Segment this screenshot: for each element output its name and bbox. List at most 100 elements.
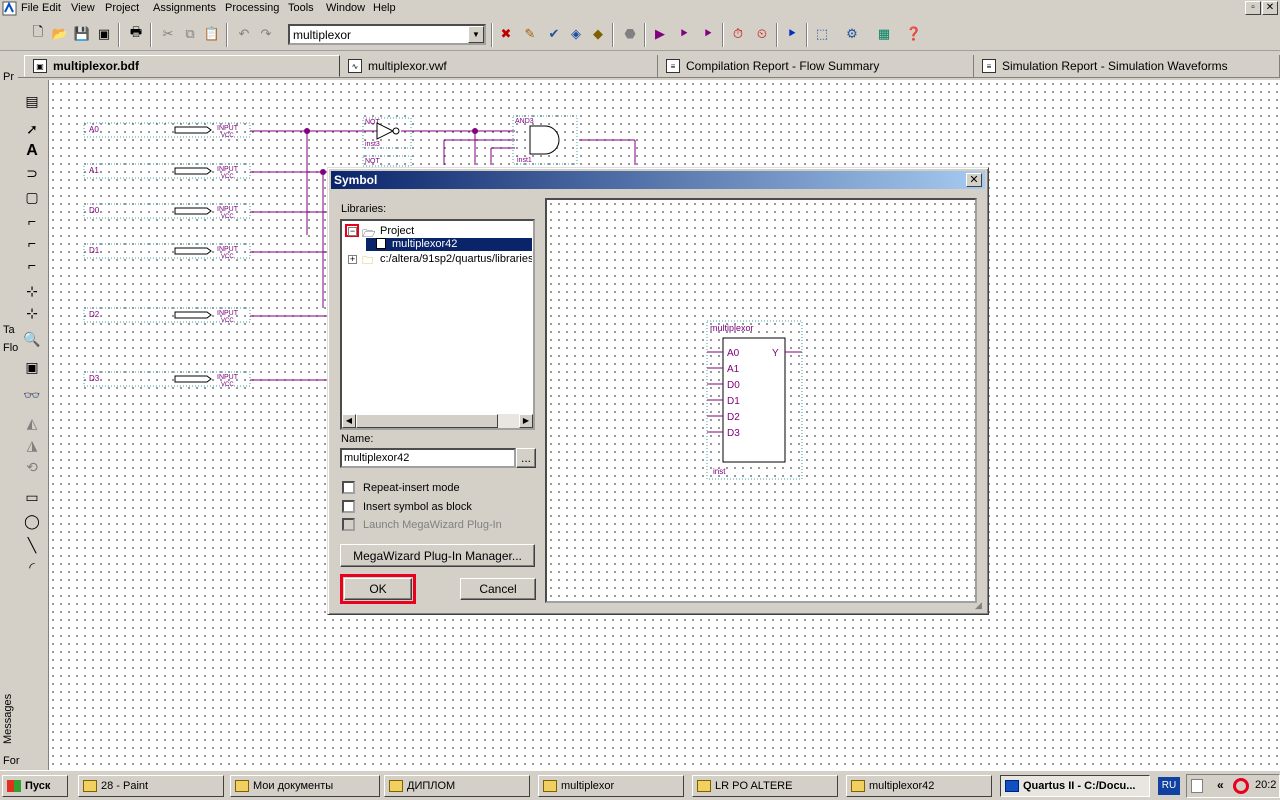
ok-button[interactable]: OK <box>344 578 412 600</box>
line-tool-icon[interactable]: ╲ <box>20 534 44 556</box>
flip-vertical-icon[interactable]: ◮ <box>20 434 44 456</box>
clock[interactable]: 20:2 <box>1255 779 1276 791</box>
tab-simulation-report[interactable]: ≡ Simulation Report - Simulation Wavefor… <box>974 55 1280 77</box>
task-diplom[interactable]: ДИПЛОМ <box>384 775 530 797</box>
rectangle-tool-icon[interactable]: ▭ <box>20 486 44 508</box>
expand-icon[interactable]: + <box>348 255 357 264</box>
checkbox-box[interactable] <box>342 500 355 513</box>
browse-button[interactable]: ... <box>516 448 536 468</box>
cancel-button[interactable]: Cancel <box>460 578 536 600</box>
megawizard-manager-button[interactable]: MegaWizard Plug-In Manager... <box>340 544 535 567</box>
settings-icon[interactable]: ◈ <box>566 24 586 44</box>
print-icon[interactable]: 🖶 <box>126 24 146 44</box>
input-pin-a1[interactable]: A1 INPUT VCC <box>83 163 327 180</box>
stop-icon[interactable]: ⬣ <box>620 24 640 44</box>
resize-grip-icon[interactable]: ◢ <box>975 601 985 611</box>
close-window-button[interactable]: ✕ <box>1262 1 1278 15</box>
menu-help[interactable]: Help <box>373 2 396 14</box>
task-paint[interactable]: 28 - Paint <box>78 775 224 797</box>
chevron-down-icon[interactable]: ▼ <box>468 26 484 43</box>
timequest-icon[interactable]: ⏲ <box>752 24 772 44</box>
not-gate[interactable]: NOT inst3 <box>362 117 412 149</box>
scroll-right-icon[interactable]: ▶ <box>519 414 533 428</box>
tab-compilation-report[interactable]: ≡ Compilation Report - Flow Summary <box>658 55 974 77</box>
not-gate-2[interactable]: NOT <box>362 155 412 167</box>
chip-editor-icon[interactable]: ▦ <box>874 24 894 44</box>
rtl-viewer-icon[interactable]: ⚙ <box>842 24 862 44</box>
orthogonal-bus-tool-icon[interactable]: ⌐ <box>20 232 44 254</box>
scrollbar-thumb[interactable] <box>356 414 498 428</box>
text-tool-icon[interactable]: A <box>20 140 44 162</box>
menu-view[interactable]: View <box>71 2 95 14</box>
input-pin-a0[interactable]: A0 INPUT VCC <box>83 122 307 139</box>
selection-tool-icon[interactable]: ➚ <box>20 118 44 140</box>
input-pin-d1[interactable]: D1 INPUT VCC <box>83 243 327 260</box>
tray-expand-chevron[interactable]: « <box>1217 778 1224 792</box>
chip-planner-icon[interactable]: ✖ <box>496 24 516 44</box>
menu-tools[interactable]: Tools <box>288 2 314 14</box>
insert-as-block-checkbox[interactable]: Insert symbol as block <box>342 500 472 513</box>
save-icon[interactable]: 💾 <box>72 24 92 44</box>
input-pin-d3[interactable]: D3 INPUT VCC <box>83 371 327 388</box>
collapse-icon[interactable]: − <box>348 227 357 236</box>
rotate-icon[interactable]: ⟲ <box>20 456 44 478</box>
start-compilation-icon[interactable]: ▶ <box>650 24 670 44</box>
full-screen-icon[interactable]: ▣ <box>20 356 44 378</box>
task-multiplexor[interactable]: multiplexor <box>538 775 684 797</box>
copy-icon[interactable]: ⧉ <box>180 24 200 44</box>
timing-analyzer-icon[interactable]: ⏱ <box>728 24 748 44</box>
libraries-tree[interactable]: − 🗁 Project multiplexor42 + 🗀 c:/altera/… <box>340 219 535 430</box>
checkbox-box[interactable] <box>342 481 355 494</box>
menu-window[interactable]: Window <box>326 2 365 14</box>
oval-tool-icon[interactable]: ◯ <box>20 510 44 532</box>
detach-window-icon[interactable]: ▤ <box>20 90 44 112</box>
find-icon[interactable]: 👓 <box>20 384 44 406</box>
pin-planner-icon[interactable]: ✎ <box>520 24 540 44</box>
fitter-icon[interactable]: ⯈ <box>698 24 718 44</box>
input-pin-d0[interactable]: D0 INPUT VCC <box>83 203 327 220</box>
symbol-tool-icon[interactable]: ⊃ <box>20 162 44 184</box>
conduit-tool-icon[interactable]: ⌐ <box>20 254 44 276</box>
cut-icon[interactable]: ✂ <box>158 24 178 44</box>
input-pin-d2[interactable]: D2 INPUT VCC <box>83 307 327 324</box>
horizontal-scrollbar[interactable]: ◀ ▶ <box>342 414 533 428</box>
scroll-left-icon[interactable]: ◀ <box>342 414 356 428</box>
menu-edit[interactable]: Edit <box>42 2 61 14</box>
and3-gate[interactable]: AND3 inst1 <box>512 115 578 165</box>
tree-item-library-path[interactable]: c:/altera/91sp2/quartus/libraries <box>380 253 532 265</box>
close-icon[interactable]: ✕ <box>966 173 982 187</box>
undo-icon[interactable]: ↶ <box>234 24 254 44</box>
start-button[interactable]: Пуск <box>2 775 68 797</box>
antivirus-icon[interactable] <box>1233 778 1249 794</box>
task-multiplexor42[interactable]: multiplexor42 <box>846 775 992 797</box>
orthogonal-node-tool-icon[interactable]: ⌐ <box>20 210 44 232</box>
volume-icon[interactable] <box>1191 779 1203 793</box>
language-indicator[interactable]: RU <box>1158 777 1180 795</box>
task-my-documents[interactable]: Мои документы <box>230 775 380 797</box>
zoom-tool-icon[interactable]: 🔍 <box>20 328 44 350</box>
open-folder-icon[interactable]: 📂 <box>50 24 70 44</box>
tree-item-project[interactable]: Project <box>380 225 414 237</box>
quartus-app-icon[interactable] <box>2 1 17 16</box>
flip-horizontal-icon[interactable]: ◭ <box>20 412 44 434</box>
menu-processing[interactable]: Processing <box>225 2 279 14</box>
paste-icon[interactable]: 📋 <box>202 24 222 44</box>
analysis-synthesis-icon[interactable]: ⯈ <box>674 24 694 44</box>
task-quartus[interactable]: Quartus II - C:/Docu... <box>1000 775 1150 797</box>
messages-panel-label[interactable]: Messages <box>2 694 14 744</box>
save-all-icon[interactable]: ▣ <box>94 24 114 44</box>
tree-item-selected-row[interactable]: multiplexor42 <box>366 238 532 251</box>
entity-combo[interactable]: multiplexor ▼ <box>288 24 486 45</box>
restore-window-button[interactable]: ▫ <box>1245 1 1261 15</box>
tab-multiplexor-vwf[interactable]: ∿ multiplexor.vwf <box>340 55 658 77</box>
block-tool-icon[interactable]: ▢ <box>20 186 44 208</box>
programmer-icon[interactable]: ⬚ <box>812 24 832 44</box>
menu-assignments[interactable]: Assignments <box>153 2 216 14</box>
dialog-title-bar[interactable]: Symbol ✕ <box>331 171 985 189</box>
repeat-insert-checkbox[interactable]: Repeat-insert mode <box>342 481 460 494</box>
menu-project[interactable]: Project <box>105 2 139 14</box>
redo-icon[interactable]: ↷ <box>256 24 276 44</box>
partial-line-icon[interactable]: ⊹ <box>20 302 44 324</box>
rubberbanding-icon[interactable]: ⊹ <box>20 280 44 302</box>
arc-tool-icon[interactable]: ◜ <box>20 556 44 578</box>
